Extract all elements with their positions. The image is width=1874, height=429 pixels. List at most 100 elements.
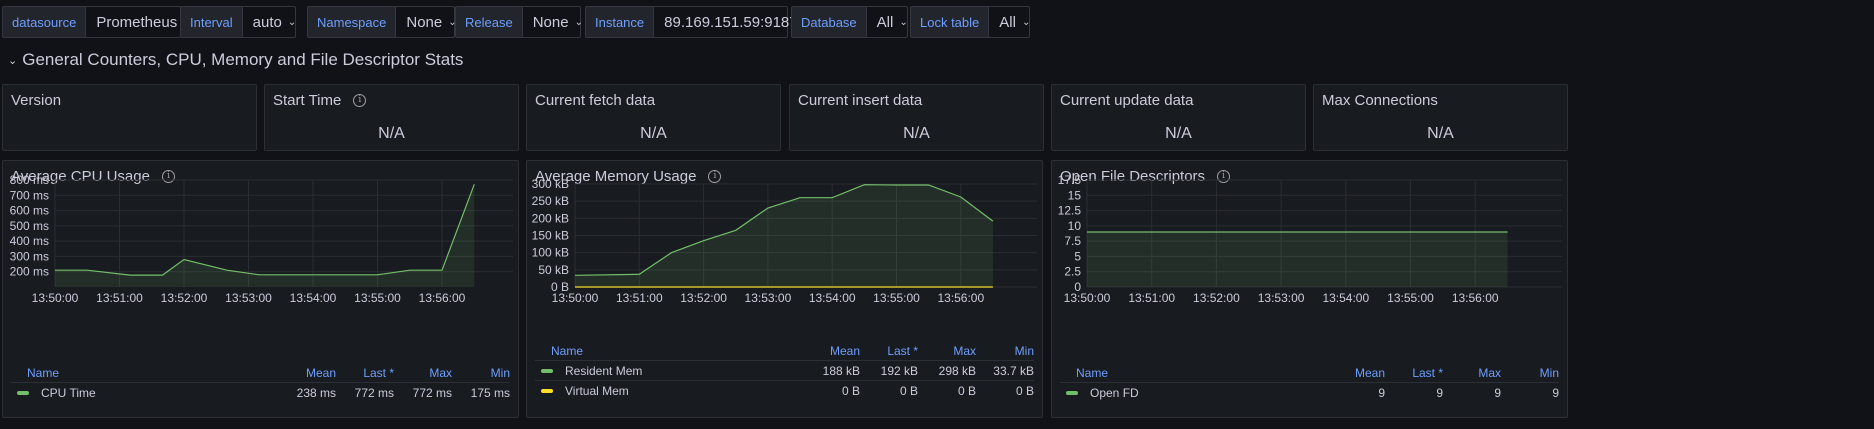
variable-datasource[interactable]: datasource Prometheus⌄ xyxy=(2,6,192,38)
legend-min: 9 xyxy=(1552,385,1559,400)
legend-last: 9 xyxy=(1436,385,1443,400)
x-tick-label: 13:55:00 xyxy=(354,291,401,305)
y-tick-label: 800 ms xyxy=(10,173,49,187)
variable-lock-table[interactable]: Lock table All ⌄ xyxy=(910,6,1030,38)
stat-value: N/A xyxy=(378,125,405,142)
variable-select[interactable]: All ⌄ xyxy=(865,6,908,38)
stat-panel-current-insert-data[interactable]: Current insert data N/A xyxy=(789,84,1044,151)
variable-select[interactable]: 89.169.151.59:9187⌄ xyxy=(653,6,812,38)
legend-max: 0 B xyxy=(957,383,976,398)
legend-header-max[interactable]: Max xyxy=(1443,366,1501,380)
x-tick-label: 13:54:00 xyxy=(1322,291,1369,305)
legend-row[interactable]: Resident Mem 188 kB 192 kB 298 kB 33.7 k… xyxy=(535,360,1034,380)
legend-header-name[interactable]: Name xyxy=(11,366,278,380)
legend-header-mean[interactable]: Mean xyxy=(1327,366,1385,380)
y-tick-label: 100 kB xyxy=(532,246,569,260)
variable-namespace[interactable]: Namespace None ⌄ xyxy=(307,6,457,38)
variable-select[interactable]: All ⌄ xyxy=(988,6,1030,38)
variable-select[interactable]: None ⌄ xyxy=(521,6,583,38)
legend-mean: 188 kB xyxy=(822,363,860,378)
y-tick-label: 200 kB xyxy=(532,211,569,225)
stat-panel-current-update-data[interactable]: Current update data N/A xyxy=(1051,84,1306,151)
panel-title: Max Connections xyxy=(1322,92,1438,109)
y-tick-label: 700 ms xyxy=(10,188,49,202)
legend-header: Name Mean Last * Max Min xyxy=(535,342,1034,360)
variable-label: Lock table xyxy=(910,6,989,38)
variable-label: Interval xyxy=(180,6,242,38)
legend-header-last[interactable]: Last * xyxy=(336,366,394,380)
legend-max: 772 ms xyxy=(412,385,452,400)
y-tick-label: 7.5 xyxy=(1064,234,1081,248)
variable-select[interactable]: None ⌄ xyxy=(395,6,457,38)
graph-panel-cpu[interactable]: Average CPU Usage i 800 ms 700 ms 600 ms 500… xyxy=(2,160,519,418)
chevron-down-icon: ⌄ xyxy=(899,16,908,28)
stat-panel-current-fetch-data[interactable]: Current fetch data N/A xyxy=(526,84,781,151)
legend-series-name: Resident Mem xyxy=(565,363,643,378)
variable-database[interactable]: Database All ⌄ xyxy=(791,6,908,38)
variable-select[interactable]: Prometheus⌄ xyxy=(85,6,192,38)
legend-row[interactable]: Virtual Mem 0 B 0 B 0 B 0 B xyxy=(535,380,1034,400)
variable-instance[interactable]: Instance 89.169.151.59:9187⌄ xyxy=(585,6,812,38)
legend-header-min[interactable]: Min xyxy=(976,344,1034,358)
x-tick-label: 13:56:00 xyxy=(937,291,984,305)
legend-min: 33.7 kB xyxy=(993,363,1034,378)
legend-mean: 238 ms xyxy=(296,385,336,400)
variable-interval[interactable]: Interval auto ⌄ xyxy=(180,6,296,38)
chevron-down-icon: ⌄ xyxy=(1021,16,1031,28)
panel-title: Current update data xyxy=(1060,92,1194,109)
stat-value: N/A xyxy=(1165,125,1192,142)
x-tick-label: 13:53:00 xyxy=(1258,291,1305,305)
stat-panel-version[interactable]: Version xyxy=(2,84,257,151)
legend-table: Name Mean Last * Max Min Resident Mem 18… xyxy=(535,342,1034,400)
variable-release[interactable]: Release None ⌄ xyxy=(455,6,583,38)
variable-label: Instance xyxy=(585,6,654,38)
legend-last: 0 B xyxy=(899,383,918,398)
variable-label: Namespace xyxy=(307,6,396,38)
x-tick-label: 13:52:00 xyxy=(1193,291,1240,305)
legend-header-mean[interactable]: Mean xyxy=(278,366,336,380)
panel-title: Current insert data xyxy=(798,92,923,109)
y-tick-label: 50 kB xyxy=(538,263,569,277)
y-tick-label: 150 kB xyxy=(532,229,569,243)
row-header[interactable]: ⌄ General Counters, CPU, Memory and File… xyxy=(8,48,463,72)
x-tick-label: 13:56:00 xyxy=(419,291,466,305)
legend-header-mean[interactable]: Mean xyxy=(802,344,860,358)
panel-title: Current fetch data xyxy=(535,92,656,109)
x-tick-label: 13:50:00 xyxy=(1064,291,1111,305)
legend-row[interactable]: CPU Time 238 ms 772 ms 772 ms 175 ms xyxy=(11,382,510,402)
x-tick-label: 13:50:00 xyxy=(32,291,79,305)
graph-panel-memory[interactable]: Average Memory Usage i 300 kB 250 kB 200 kB… xyxy=(526,160,1043,418)
open-fd-chart: 17.51512.5107.552.5013:50:00 13:51:00 13:5… xyxy=(1058,173,1562,305)
legend-header-min[interactable]: Min xyxy=(1501,366,1559,380)
y-tick-label: 200 ms xyxy=(10,265,49,279)
legend-header-last[interactable]: Last * xyxy=(860,344,918,358)
legend-header-max[interactable]: Max xyxy=(918,344,976,358)
legend-header-min[interactable]: Min xyxy=(452,366,510,380)
legend-min: 175 ms xyxy=(470,385,510,400)
x-tick-label: 13:53:00 xyxy=(745,291,792,305)
y-tick-label: 10 xyxy=(1068,219,1082,233)
panel-title: Version xyxy=(11,92,62,109)
stat-panel-max-connections[interactable]: Max Connections N/A xyxy=(1313,84,1568,151)
series-swatch xyxy=(17,390,29,395)
graph-panel-open-fd[interactable]: Open File Descriptors i 17.5 15 12.5 10 7.5 5 2… xyxy=(1051,160,1568,418)
x-tick-label: 13:55:00 xyxy=(873,291,920,305)
legend-header: Name Mean Last * Max Min xyxy=(1060,364,1559,382)
legend-last: 772 ms xyxy=(354,385,394,400)
x-tick-label: 13:51:00 xyxy=(616,291,663,305)
variable-select[interactable]: auto ⌄ xyxy=(241,6,296,38)
x-tick-label: 13:52:00 xyxy=(680,291,727,305)
legend-header-last[interactable]: Last * xyxy=(1385,366,1443,380)
info-icon[interactable]: i xyxy=(353,94,367,107)
y-tick-label: 5 xyxy=(1074,249,1081,263)
stat-panel-start-time[interactable]: Start Time i N/A xyxy=(264,84,519,151)
legend-header: Name Mean Last * Max Min xyxy=(11,364,510,382)
legend-mean: 9 xyxy=(1378,385,1385,400)
legend-header-name[interactable]: Name xyxy=(1060,366,1327,380)
legend-min: 0 B xyxy=(1015,383,1034,398)
x-tick-label: 13:50:00 xyxy=(552,291,599,305)
legend-header-max[interactable]: Max xyxy=(394,366,452,380)
legend-row[interactable]: Open FD 9 9 9 9 xyxy=(1060,382,1559,402)
series-area-open-fd xyxy=(1087,232,1508,287)
legend-header-name[interactable]: Name xyxy=(535,344,802,358)
